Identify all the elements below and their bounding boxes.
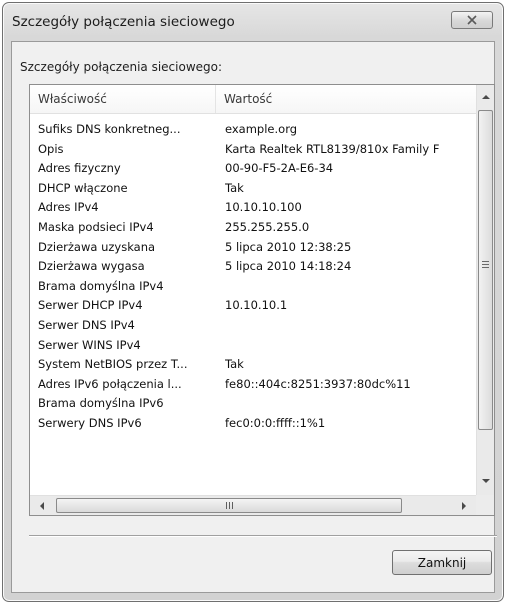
table-row[interactable]: Serwery DNS IPv6 fec0:0:0:ffff::1%1: [30, 414, 476, 434]
cell-value: 5 lipca 2010 14:18:24: [225, 259, 352, 274]
thumb-grip-icon: [482, 264, 489, 265]
group-label: Szczegóły połączenia sieciowego:: [20, 60, 223, 74]
table-row[interactable]: Sufiks DNS konkretneg... example.org: [30, 120, 476, 140]
cell-value: Tak: [225, 357, 244, 372]
cell-value: 5 lipca 2010 12:38:25: [225, 239, 352, 254]
thumb-grip-icon: [482, 261, 489, 262]
cell-value: 10.10.10.100: [225, 200, 302, 215]
scroll-left-arrow-icon[interactable]: [40, 502, 44, 510]
table-row[interactable]: Adres IPv6 połączenia l... fe80::404c:825…: [30, 375, 476, 395]
close-icon: [467, 15, 477, 25]
title-close-button[interactable]: [451, 11, 493, 29]
table-row[interactable]: Serwer DNS IPv4: [30, 316, 476, 336]
table-row[interactable]: Opis Karta Realtek RTL8139/810x Family F: [30, 140, 476, 160]
cell-value: Karta Realtek RTL8139/810x Family F: [225, 141, 440, 156]
horizontal-scrollbar[interactable]: [30, 495, 476, 515]
cell-value: 10.10.10.1: [225, 298, 288, 313]
cell-property: Serwer WINS IPv4: [38, 337, 141, 352]
cell-property: Dzierżawa uzyskana: [38, 239, 156, 254]
vertical-scroll-thumb[interactable]: [478, 110, 493, 430]
vertical-scrollbar[interactable]: [476, 85, 494, 495]
cell-property: Dzierżawa wygasa: [38, 259, 145, 274]
table-row[interactable]: Dzierżawa uzyskana 5 lipca 2010 12:38:25: [30, 238, 476, 258]
cell-property: Brama domyślna IPv4: [38, 278, 164, 293]
cell-property: Serwer DHCP IPv4: [38, 298, 143, 313]
horizontal-scroll-thumb[interactable]: [56, 498, 402, 513]
cell-property: Brama domyślna IPv6: [38, 396, 164, 411]
details-listview[interactable]: Właściwość Wartość Sufiks DNS konkretneg…: [29, 84, 495, 516]
scroll-down-arrow-icon[interactable]: [482, 479, 490, 483]
cell-value: Tak: [225, 180, 244, 195]
cell-property: Serwery DNS IPv6: [38, 415, 142, 430]
scroll-right-arrow-icon[interactable]: [462, 502, 466, 510]
cell-value: 255.255.255.0: [225, 219, 310, 234]
table-row[interactable]: Adres IPv4 10.10.10.100: [30, 198, 476, 218]
listview-content: Właściwość Wartość Sufiks DNS konkretneg…: [30, 85, 476, 495]
cell-property: Sufiks DNS konkretneg...: [38, 122, 181, 136]
table-row[interactable]: DHCP włączone Tak: [30, 179, 476, 199]
table-row[interactable]: Dzierżawa wygasa 5 lipca 2010 14:18:24: [30, 257, 476, 277]
cell-property: Maska podsieci IPv4: [38, 219, 154, 234]
table-row[interactable]: Adres fizyczny 00-90-F5-2A-E6-34: [30, 159, 476, 179]
cell-property: System NetBIOS przez T...: [38, 357, 188, 372]
cell-property: Opis: [38, 141, 64, 156]
listview-header: Właściwość Wartość: [30, 85, 476, 114]
window-title: Szczegóły połączenia sieciowego: [12, 14, 235, 30]
listview-rows: Sufiks DNS konkretneg... example.org Opis K…: [30, 120, 476, 434]
thumb-grip-icon: [482, 267, 489, 268]
table-row[interactable]: Serwer DHCP IPv4 10.10.10.1: [30, 296, 476, 316]
cell-property: Adres IPv4: [38, 200, 99, 215]
cell-property: DHCP włączone: [38, 180, 128, 195]
separator: [29, 535, 497, 537]
scroll-up-arrow-icon[interactable]: [482, 95, 490, 99]
table-row[interactable]: Brama domyślna IPv4: [30, 277, 476, 297]
cell-value: fe80::404c:8251:3937:80dc%11: [225, 376, 411, 391]
table-row[interactable]: Serwer WINS IPv4: [30, 336, 476, 356]
column-header-property[interactable]: Właściwość: [30, 85, 216, 113]
table-row[interactable]: Maska podsieci IPv4 255.255.255.0: [30, 218, 476, 238]
cell-value: 00-90-F5-2A-E6-34: [225, 161, 334, 176]
cell-property: Adres IPv6 połączenia l...: [38, 376, 182, 391]
cell-value: example.org: [225, 122, 298, 136]
column-header-value[interactable]: Wartość: [216, 85, 476, 113]
cell-value: fec0:0:0:ffff::1%1: [225, 415, 326, 430]
table-row[interactable]: Brama domyślna IPv6: [30, 394, 476, 414]
scrollbar-corner: [476, 495, 494, 515]
table-row[interactable]: System NetBIOS przez T... Tak: [30, 355, 476, 375]
thumb-grip-icon: [225, 502, 233, 509]
close-button[interactable]: Zamknij: [392, 550, 492, 575]
cell-property: Serwer DNS IPv4: [38, 317, 135, 332]
cell-property: Adres fizyczny: [38, 161, 121, 176]
